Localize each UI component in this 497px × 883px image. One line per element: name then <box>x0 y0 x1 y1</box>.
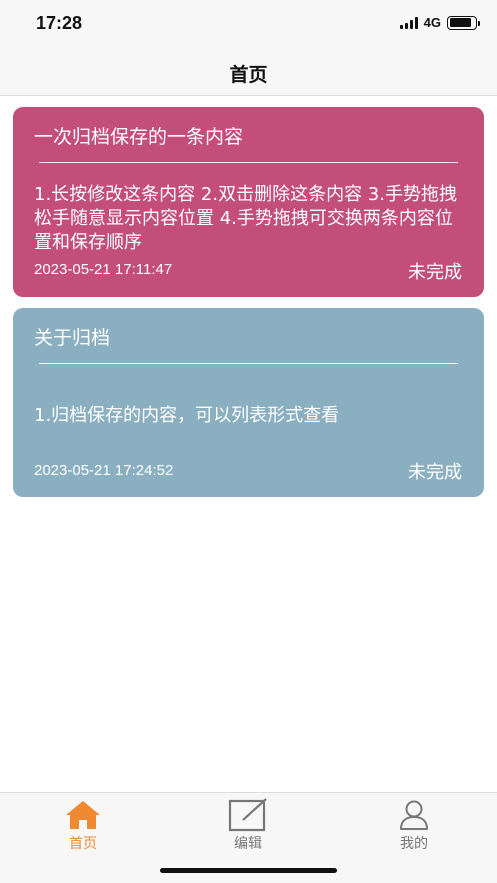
tab-edit[interactable]: 编辑 <box>188 798 308 853</box>
status-bar: 17:28 4G <box>0 0 497 48</box>
card-status: 未完成 <box>408 462 462 483</box>
profile-icon <box>354 798 474 832</box>
status-time: 17:28 <box>36 13 83 33</box>
card-title: 关于归档 <box>34 327 111 349</box>
card-timestamp: 2023-05-21 17:11:47 <box>34 261 173 278</box>
status-indicators: 4G <box>399 15 480 30</box>
card-divider <box>39 162 458 163</box>
home-indicator[interactable] <box>160 868 337 873</box>
navigation-bar: 首页 <box>0 48 497 96</box>
archive-card[interactable]: 关于归档 1.归档保存的内容，可以列表形式查看 2023-05-21 17:24… <box>13 308 484 497</box>
signal-icon <box>399 16 418 29</box>
tab-label: 我的 <box>400 836 428 852</box>
battery-icon <box>447 15 480 30</box>
card-divider <box>39 363 458 364</box>
card-title: 一次归档保存的一条内容 <box>34 126 244 148</box>
tab-mine[interactable]: 我的 <box>354 798 474 853</box>
tab-label: 编辑 <box>234 836 262 852</box>
card-timestamp: 2023-05-21 17:24:52 <box>34 462 174 479</box>
tab-label: 首页 <box>69 836 97 852</box>
archive-list[interactable]: 一次归档保存的一条内容 1.长按修改这条内容 2.双击删除这条内容 3.手势拖拽… <box>0 97 497 792</box>
page-title: 首页 <box>229 64 268 86</box>
card-status: 未完成 <box>408 262 462 283</box>
network-type: 4G <box>423 15 441 30</box>
tab-home[interactable]: 首页 <box>23 798 143 853</box>
archive-card[interactable]: 一次归档保存的一条内容 1.长按修改这条内容 2.双击删除这条内容 3.手势拖拽… <box>13 107 484 297</box>
edit-icon <box>188 798 308 832</box>
card-content: 1.归档保存的内容，可以列表形式查看 <box>34 405 340 426</box>
card-content: 1.长按修改这条内容 2.双击删除这条内容 3.手势拖拽松手随意显示内容位置 4… <box>34 184 457 253</box>
home-icon <box>23 798 143 832</box>
